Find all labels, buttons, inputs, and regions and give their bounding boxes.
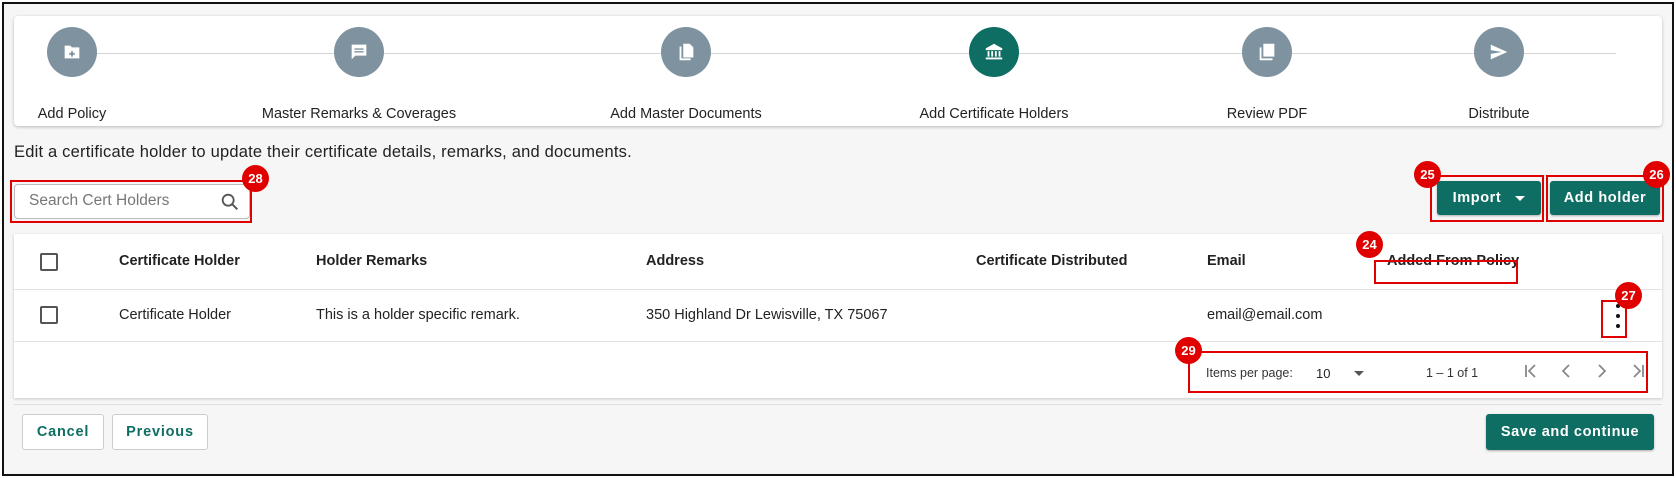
select-all-checkbox[interactable] <box>40 253 58 271</box>
comment-icon <box>334 27 384 77</box>
step-label: Distribute <box>1468 106 1530 122</box>
send-icon <box>1474 27 1524 77</box>
step-label: Review PDF <box>1226 106 1308 122</box>
step-label: Add Policy <box>37 106 107 122</box>
step-master-remarks[interactable]: Master Remarks & Coverages <box>249 27 469 122</box>
column-header[interactable]: Certificate Distributed <box>976 253 1127 269</box>
step-certificate-holders[interactable]: Add Certificate Holders <box>884 27 1104 122</box>
annotation-badge: 24 <box>1356 231 1383 258</box>
annotation-badge: 26 <box>1643 161 1670 188</box>
step-distribute[interactable]: Distribute <box>1389 27 1609 122</box>
row-checkbox[interactable] <box>40 306 58 324</box>
step-master-documents[interactable]: Add Master Documents <box>576 27 796 122</box>
documents-icon <box>661 27 711 77</box>
annotation-badge: 27 <box>1615 282 1642 309</box>
progress-stepper: Add Policy Master Remarks & Coverages Ad… <box>14 16 1662 126</box>
annotation-badge: 29 <box>1175 337 1202 364</box>
annotation-box <box>10 180 252 223</box>
annotation-box <box>1430 175 1544 222</box>
annotation-box <box>1188 351 1648 393</box>
step-label: Add Master Documents <box>610 106 762 122</box>
bank-icon <box>969 27 1019 77</box>
annotation-box <box>1374 260 1518 284</box>
column-header[interactable]: Holder Remarks <box>316 253 427 269</box>
step-review-pdf[interactable]: Review PDF <box>1157 27 1377 122</box>
column-header[interactable]: Certificate Holder <box>119 253 240 269</box>
previous-button[interactable]: Previous <box>112 414 208 450</box>
folder-add-icon <box>47 27 97 77</box>
holder-remarks: This is a holder specific remark. <box>316 307 520 323</box>
holder-name: Certificate Holder <box>119 307 232 323</box>
step-label: Add Certificate Holders <box>919 106 1069 122</box>
holder-address: 350 Highland Dr Lewisville, TX 75067 <box>646 307 888 323</box>
column-header[interactable]: Email <box>1207 253 1246 269</box>
holder-email: email@email.com <box>1207 307 1323 323</box>
annotation-badge: 25 <box>1414 161 1441 188</box>
column-header[interactable]: Address <box>646 253 704 269</box>
pdf-icon <box>1242 27 1292 77</box>
table-row[interactable]: Certificate Holder This is a holder spec… <box>14 290 1662 342</box>
step-add-policy[interactable]: Add Policy <box>0 27 182 122</box>
annotation-badge: 28 <box>242 165 269 192</box>
footer-divider <box>14 404 1662 405</box>
cancel-button[interactable]: Cancel <box>22 414 104 450</box>
step-label: Master Remarks & Coverages <box>261 106 457 122</box>
save-and-continue-button[interactable]: Save and continue <box>1486 414 1654 450</box>
page-description: Edit a certificate holder to update thei… <box>14 143 632 161</box>
